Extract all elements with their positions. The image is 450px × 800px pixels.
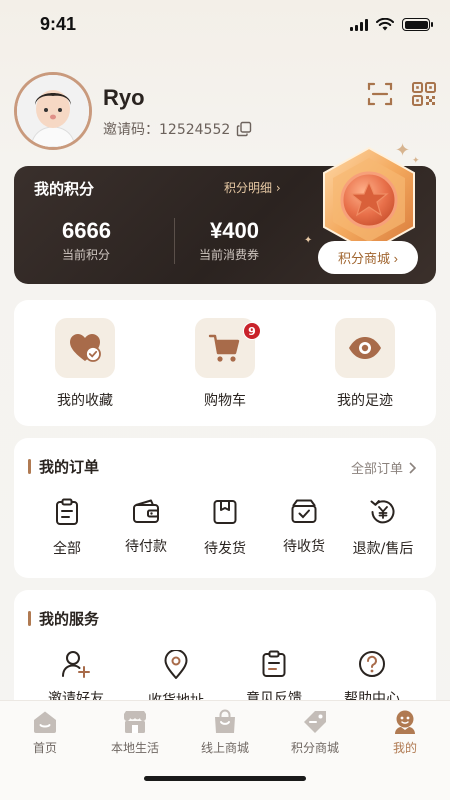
quick-favorites-icon-wrap (55, 318, 115, 378)
services-title: 我的服务 (28, 608, 99, 629)
order-pending-payment[interactable]: 待付款 (101, 498, 191, 556)
points-title: 我的积分 (34, 180, 95, 198)
cart-badge: 9 (243, 322, 261, 340)
eye-icon (349, 337, 381, 359)
order-refund-label: 退款/售后 (352, 541, 414, 557)
tab-points-mall[interactable]: 积分商城 (270, 709, 360, 756)
order-pending-shipment-label: 待发货 (204, 541, 246, 557)
quick-actions-card: 我的收藏 9 购物车 我的足迹 (14, 300, 436, 426)
order-all[interactable]: 全部 (22, 498, 112, 558)
current-points-value: 6666 (62, 218, 111, 243)
order-pending-receipt[interactable]: 待收货 (259, 498, 349, 556)
box-icon (213, 500, 237, 524)
tab-home-label: 首页 (32, 741, 57, 755)
quick-footprints[interactable]: 我的足迹 (310, 318, 420, 410)
quick-favorites-label: 我的收藏 (57, 393, 113, 409)
invite-label: 邀请码：12524552 (103, 122, 231, 138)
orders-card: 我的订单 全部订单 全部 待付款 待发货 待收货 退款/售后 (14, 438, 436, 578)
wifi-icon (376, 18, 394, 31)
tab-mine-label: 我的 (392, 741, 417, 755)
points-divider (174, 218, 175, 264)
help-icon (359, 651, 385, 677)
battery-icon (402, 18, 433, 31)
voucher-label: 当前消费券 (199, 248, 260, 262)
qr-code-icon[interactable] (410, 80, 438, 108)
orders-title: 我的订单 (28, 456, 99, 477)
tab-home[interactable]: 首页 (0, 709, 90, 756)
tab-online-mall[interactable]: 线上商城 (180, 709, 270, 756)
quick-favorites[interactable]: 我的收藏 (30, 318, 140, 410)
cart-icon (208, 334, 240, 362)
store-icon (124, 711, 146, 733)
tab-bar: 首页 本地生活 线上商城 积分商城 我的 (0, 700, 450, 800)
signal-icon (350, 18, 368, 31)
tab-local-life-label: 本地生活 (110, 741, 159, 755)
quick-cart[interactable]: 9 购物车 (170, 318, 280, 410)
quick-footprints-icon-wrap (335, 318, 395, 378)
location-pin-icon (164, 650, 188, 679)
sparkle-icon: ✦ (304, 235, 313, 246)
package-check-icon (291, 499, 317, 523)
heart-check-icon (70, 334, 101, 362)
home-indicator (144, 776, 306, 781)
clipboard-icon (56, 498, 78, 525)
profile-icon (395, 710, 415, 734)
points-medal-icon (323, 146, 415, 254)
user-add-icon (62, 651, 90, 678)
home-icon (34, 711, 56, 733)
quick-footprints-label: 我的足迹 (337, 393, 393, 409)
current-points-label: 当前积分 (62, 248, 111, 262)
order-pending-payment-label: 待付款 (125, 539, 167, 555)
quick-cart-icon-wrap: 9 (195, 318, 261, 378)
username: Ryo (103, 85, 145, 110)
voucher-value: ¥400 (210, 218, 259, 243)
tab-online-mall-label: 线上商城 (200, 741, 249, 755)
tab-mine[interactable]: 我的 (360, 709, 450, 756)
order-pending-shipment[interactable]: 待发货 (180, 498, 270, 558)
order-refund[interactable]: 退款/售后 (338, 498, 428, 558)
order-pending-receipt-label: 待收货 (283, 539, 325, 555)
chevron-right-icon (409, 461, 416, 474)
status-bar: 9:41 (0, 0, 450, 52)
copy-icon[interactable] (236, 121, 252, 137)
tab-points-mall-label: 积分商城 (290, 741, 339, 755)
wallet-icon (133, 499, 159, 523)
refund-icon (370, 500, 395, 524)
order-all-label: 全部 (53, 541, 81, 557)
points-mall-button[interactable]: 积分商城 › (318, 241, 418, 274)
feedback-icon (262, 650, 286, 677)
status-icons (350, 18, 433, 31)
invite-code: 12524552 (159, 122, 231, 138)
scan-icon[interactable] (366, 80, 394, 108)
all-orders-link[interactable]: 全部订单 (351, 458, 416, 477)
quick-cart-label: 购物车 (204, 393, 246, 409)
status-time: 9:41 (40, 14, 77, 34)
avatar[interactable] (14, 72, 92, 150)
invite-code-row: 邀请码：12524552 (103, 119, 252, 139)
bag-icon (215, 709, 235, 733)
points-detail-link[interactable]: 积分明细 › (224, 179, 281, 196)
tab-local-life[interactable]: 本地生活 (90, 709, 180, 756)
tag-icon (304, 711, 326, 733)
